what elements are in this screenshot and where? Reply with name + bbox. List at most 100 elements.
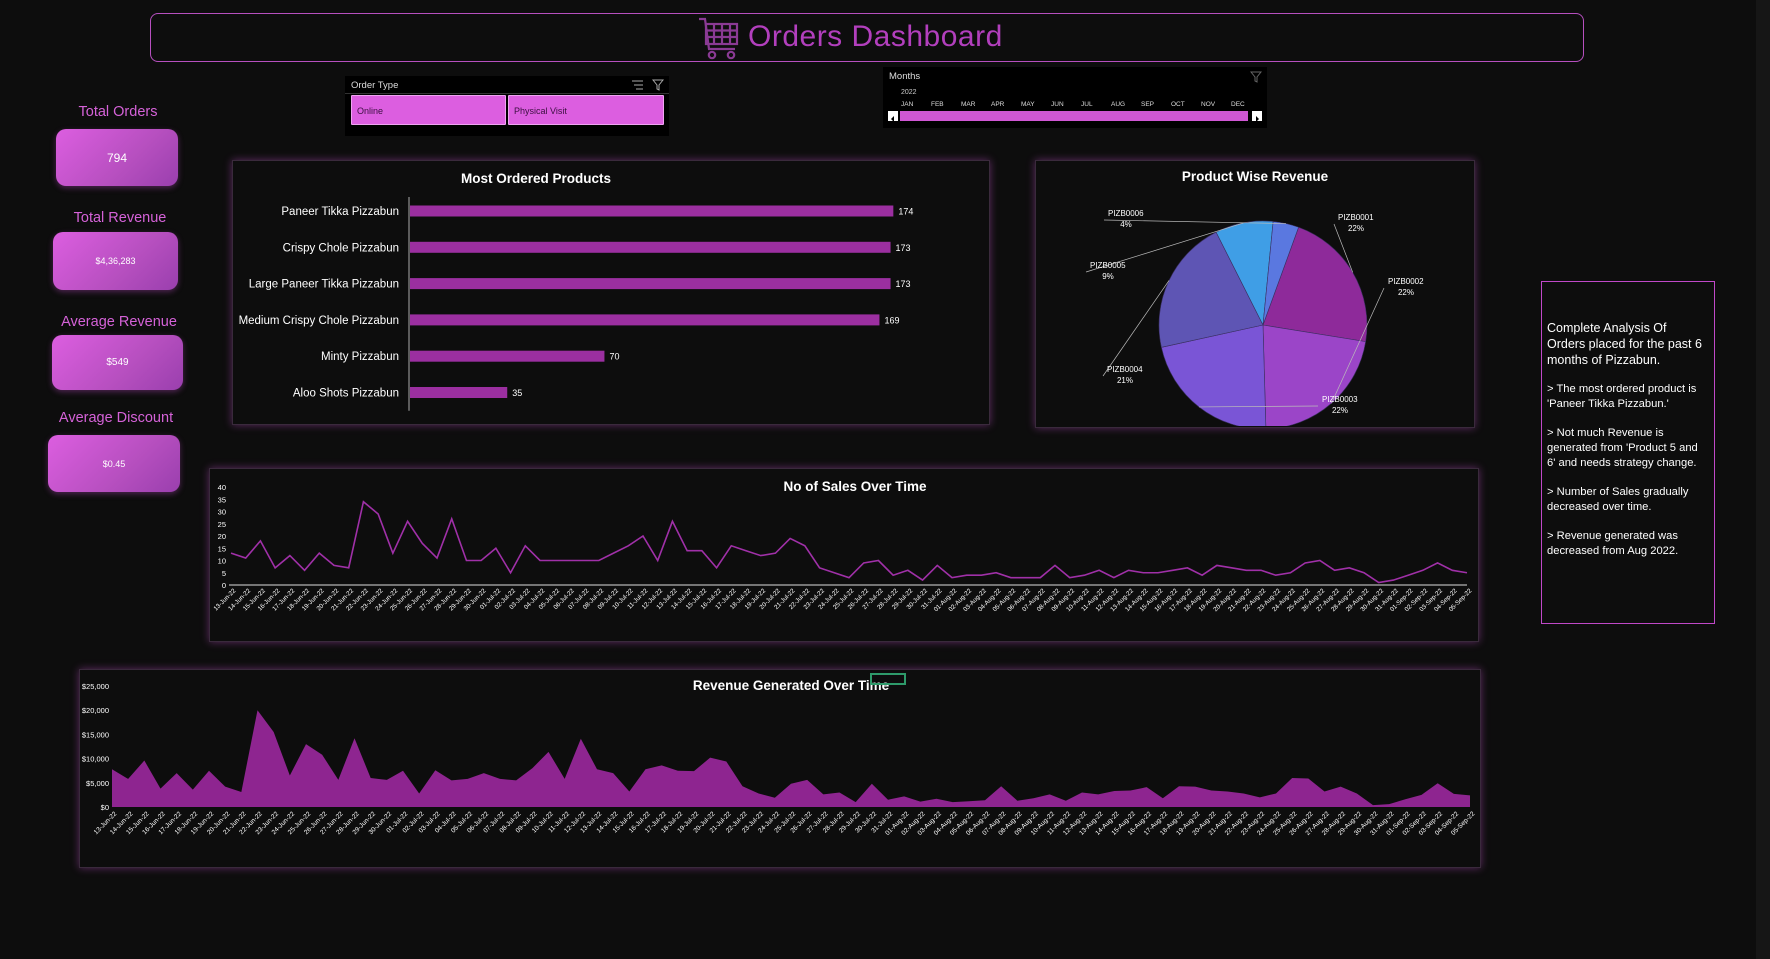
y-tick-label: 15 (218, 544, 226, 553)
month-label[interactable]: JUL (1081, 101, 1093, 108)
bar-value-label: 169 (884, 315, 899, 325)
y-tick-label: 5 (222, 569, 226, 578)
notes-intro: Complete Analysis Of Orders placed for t… (1547, 321, 1702, 367)
bar-category-label: Paneer Tikka Pizzabun (281, 206, 399, 218)
pie-chart: PIZB0001 22% PIZB0002 22% PIZB0003 22% PIZB000… (1085, 209, 1424, 426)
bar-chart: Paneer Tikka Pizzabun 174 Crispy Chole Piz… (239, 197, 913, 411)
pie-slice-label: PIZB0004 (1107, 365, 1143, 374)
bar (410, 314, 880, 326)
month-label[interactable]: DEC (1231, 101, 1245, 108)
selected-cell-cursor[interactable] (870, 673, 906, 685)
month-label[interactable]: AUG (1111, 101, 1125, 108)
y-tick-label: $15,000 (82, 730, 109, 739)
y-tick-label: 10 (218, 557, 226, 566)
bar-value-label: 35 (512, 388, 522, 398)
notes-point: > Number of Sales gradually decreased ov… (1547, 486, 1689, 513)
clear-filter-icon[interactable] (1250, 71, 1262, 83)
bar-chart-title: Most Ordered Products (460, 171, 612, 186)
product-wise-revenue-panel: Product Wise Revenue PIZB0001 22% PIZB0002… (1035, 160, 1475, 428)
kpi-average-discount-value: $0.45 (102, 458, 126, 469)
y-tick-label: $0 (101, 803, 109, 812)
y-tick-label: $10,000 (82, 755, 109, 764)
month-label[interactable]: APR (991, 101, 1004, 108)
clear-filter-icon[interactable] (652, 79, 664, 91)
shopping-cart-icon (699, 17, 739, 60)
kpi-average-discount-card: $0.45 (48, 435, 180, 492)
month-labels: JAN FEB MAR APR MAY JUN JUL AUG SEP OCT NOV DEC (897, 101, 1257, 110)
pie-value-label: 22% (1348, 224, 1364, 233)
notes-point: > Revenue generated was decreased from A… (1547, 530, 1679, 557)
month-label[interactable]: MAY (1021, 101, 1035, 108)
bar-value-label: 173 (896, 279, 911, 289)
months-slicer-title: Months (889, 71, 921, 82)
window-scrollbar[interactable] (1756, 0, 1770, 959)
order-type-physical-visit-button[interactable]: Physical Visit (508, 95, 664, 125)
revenue-area (112, 710, 1470, 807)
pie-slice-label: PIZB0006 (1108, 209, 1144, 218)
notes-point: > The most ordered product is 'Paneer Ti… (1547, 383, 1697, 410)
y-tick-label: $25,000 (82, 682, 109, 691)
sales-over-time-panel: No of Sales Over Time 0 5 10 15 20 25 30 35 40 13… (209, 468, 1479, 642)
timeline-scroll-right[interactable] (1252, 111, 1262, 122)
pie-slice-label: PIZB0005 (1090, 261, 1126, 270)
month-label[interactable]: OCT (1171, 101, 1185, 108)
kpi-total-revenue-value: $4,36,283 (95, 256, 136, 266)
bar-value-label: 174 (898, 207, 913, 217)
kpi-average-revenue-value: $549 (106, 357, 129, 368)
timeline-scroll-left[interactable] (888, 111, 898, 122)
order-type-online-button[interactable]: Online (351, 95, 506, 125)
month-label[interactable]: JAN (901, 101, 913, 108)
month-label[interactable]: JUN (1051, 101, 1064, 108)
pie-value-label: 22% (1332, 406, 1348, 415)
bar (410, 387, 508, 398)
sales-line (230, 500, 1468, 584)
month-label[interactable]: FEB (931, 101, 944, 108)
kpi-average-discount-label: Average Discount (58, 410, 174, 426)
pie-value-label: 4% (1120, 220, 1132, 229)
month-label[interactable]: MAR (961, 101, 975, 108)
multi-select-icon[interactable] (631, 79, 645, 91)
y-tick-label: 25 (218, 520, 226, 529)
months-slicer-year: 2022 (901, 89, 917, 96)
y-tick-label: 30 (218, 508, 226, 517)
notes-point: > Not much Revenue is generated from 'Pr… (1547, 427, 1698, 469)
pie-slice-label: PIZB0002 (1388, 277, 1424, 286)
y-tick-label: 20 (218, 532, 226, 541)
bar-category-label: Crispy Chole Pizzabun (283, 242, 399, 254)
line-chart: 051015202530354013-Jun-2214-Jun-2215-Jun… (212, 483, 1473, 613)
kpi-total-orders-label: Total Orders (78, 104, 158, 120)
y-tick-label: 35 (218, 495, 226, 504)
pie-value-label: 22% (1398, 288, 1414, 297)
area-chart: $0$5,000$10,000$15,000$20,000$25,00013-J… (82, 682, 1477, 837)
bar (410, 241, 891, 253)
bar-category-label: Large Paneer Tikka Pizzabun (249, 279, 399, 291)
bar-category-label: Aloo Shots Pizzabun (293, 388, 399, 400)
kpi-total-revenue-card: $4,36,283 (53, 232, 178, 290)
pie-value-label: 21% (1117, 376, 1133, 385)
slicer-divider (345, 93, 669, 94)
timeline-selection-bar[interactable] (900, 111, 1248, 121)
order-type-slicer-title: Order Type (351, 80, 399, 91)
pie-slice-label: PIZB0001 (1338, 213, 1374, 222)
bar (410, 205, 894, 217)
pie-slice (1262, 324, 1367, 426)
bar-value-label: 173 (896, 243, 911, 253)
y-tick-label: $5,000 (86, 779, 109, 788)
month-label[interactable]: SEP (1141, 101, 1154, 108)
pie-value-label: 9% (1102, 272, 1114, 281)
y-tick-label: 0 (222, 581, 226, 590)
pie-slice-label: PIZB0003 (1322, 395, 1358, 404)
bar-category-label: Medium Crispy Chole Pizzabun (239, 315, 399, 327)
kpi-average-revenue-card: $549 (52, 335, 183, 390)
bar-value-label: 70 (609, 352, 619, 362)
most-ordered-products-panel: Most Ordered Products Paneer Tikka Pizza… (232, 160, 990, 425)
bar (410, 278, 891, 290)
bar-category-label: Minty Pizzabun (321, 351, 399, 363)
kpi-total-orders-value: 794 (106, 150, 128, 165)
bar (410, 350, 605, 362)
page-title: Orders Dashboard (748, 20, 1003, 53)
y-tick-label: 40 (218, 483, 226, 492)
kpi-total-revenue-label: Total Revenue (73, 210, 167, 226)
analysis-notes-box: Complete Analysis Of Orders placed for t… (1541, 281, 1715, 624)
month-label[interactable]: NOV (1201, 101, 1215, 108)
